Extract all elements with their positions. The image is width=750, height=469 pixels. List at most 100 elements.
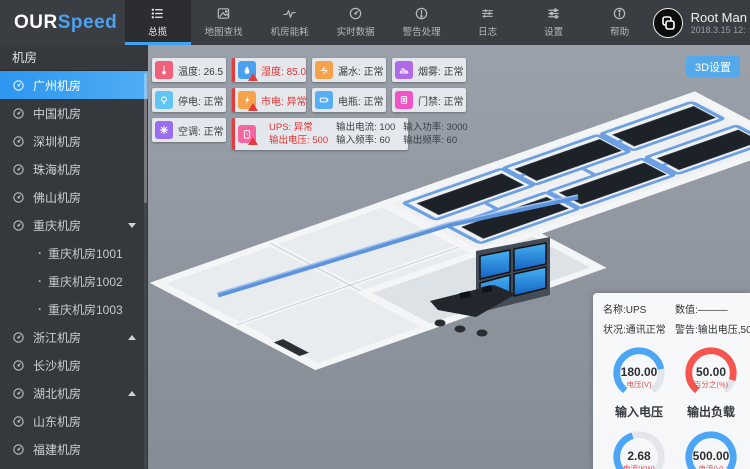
badge-humidity[interactable]: 湿度: 85.0 (232, 58, 306, 82)
sidebar-item-label: 珠海机房 (33, 161, 81, 178)
help-icon (612, 6, 627, 21)
user-menu[interactable]: Root Man 2018.3.15 12: (653, 0, 750, 45)
room-gauge-icon (12, 163, 25, 176)
3d-settings-button[interactable]: 3D设置 (686, 56, 740, 77)
tab-label: 总揽 (148, 24, 167, 38)
sidebar-subitem-chongqing-1003[interactable]: 重庆机房1003 (0, 295, 148, 323)
user-name: Root Man (691, 10, 747, 25)
sidebar-scrollbar-thumb[interactable] (144, 73, 147, 203)
sidebar-item-zhuhai[interactable]: 珠海机房 (0, 155, 148, 183)
sidebar-scrollbar[interactable] (144, 73, 147, 469)
sidebar-item-label: 湖北机房 (33, 385, 81, 402)
gauge-value: 500.00 (682, 449, 740, 463)
sidebar-item-guangzhou[interactable]: 广州机房 (0, 71, 148, 99)
sidebar-subitem-label: 重庆机房1003 (48, 301, 123, 318)
device-status: 状况:通讯正常 (603, 321, 675, 336)
badge-text: 门禁: 正常 (418, 93, 464, 108)
avatar-logo-icon (659, 14, 677, 32)
badge-text: 市电: 异常 (261, 93, 307, 108)
badge-ups[interactable]: UPS: 异常 输出电压: 500 输出电流: 100 输入频率: 60 输入功… (232, 118, 408, 150)
gauge-label: 输出负载 (675, 403, 747, 420)
device-info-panel: 名称:UPS 数值:——— 状况:通讯正常 警告:输出电压,500.00,200 (593, 293, 750, 469)
sidebar-item-label: 福建机房 (33, 441, 81, 458)
thermometer-icon (155, 61, 173, 79)
tab-label: 警告处理 (403, 24, 441, 38)
device-name: 名称:UPS (603, 301, 675, 316)
brand-primary: OUR (14, 12, 58, 34)
caret-up-icon[interactable] (128, 391, 136, 396)
sidebar-subitem-chongqing-1001[interactable]: 重庆机房1001 (0, 239, 148, 267)
tab-help[interactable]: 帮助 (587, 0, 653, 45)
caret-up-icon[interactable] (128, 335, 136, 340)
sidebar-item-label: 佛山机房 (33, 189, 81, 206)
sidebar-title: 机房 (0, 45, 148, 71)
sidebar-item-chongqing[interactable]: 重庆机房 (0, 211, 148, 239)
droplet-icon (238, 61, 256, 79)
brand-logo: OURSpeed (0, 0, 125, 45)
room-gauge-icon (12, 79, 25, 92)
sidebar-item-shenzhen[interactable]: 深圳机房 (0, 127, 148, 155)
badge-access-control[interactable]: 门禁: 正常 (392, 88, 466, 112)
tab-map-search[interactable]: 地图查找 (191, 0, 257, 45)
tab-logs[interactable]: 日志 (455, 0, 521, 45)
badge-text: 停电: 正常 (178, 93, 224, 108)
list-icon (150, 6, 165, 21)
status-badges: 温度: 26.5 湿度: 85.0 漏水: 正常 (152, 58, 466, 150)
tab-overview[interactable]: 总揽 (125, 0, 191, 45)
room-gauge-icon (12, 359, 25, 372)
gauge-unit: 电流(KW) (610, 463, 668, 469)
badge-text: 漏水: 正常 (338, 63, 384, 78)
gauge-unit: 百分之(%) (682, 379, 740, 390)
caret-down-icon[interactable] (128, 223, 136, 228)
sidebar-item-shandong[interactable]: 山东机房 (0, 407, 148, 435)
faucet-icon (315, 61, 333, 79)
badge-text: 湿度: 85.0 (261, 63, 306, 78)
gauge-value: 180.00 (610, 365, 668, 379)
gauge-grid: 180.00 电压(V) 输入电压 50.00 (603, 344, 750, 469)
room-gauge-icon (12, 191, 25, 204)
ups-alarm-column: UPS: 异常 输出电压: 500 (269, 121, 328, 147)
ups-readings-column-1: 输出电流: 100 输入频率: 60 (336, 121, 395, 147)
room-gauge-icon (12, 415, 25, 428)
device-warning: 警告:输出电压,500.00,200 (675, 321, 750, 336)
tab-realtime[interactable]: 实时数据 (323, 0, 389, 45)
tab-energy[interactable]: 机房能耗 (257, 0, 323, 45)
badge-mains-power[interactable]: 市电: 异常 (232, 88, 306, 112)
tab-settings[interactable]: 设置 (521, 0, 587, 45)
sidebar-subitem-chongqing-1002[interactable]: 重庆机房1002 (0, 267, 148, 295)
tab-label: 机房能耗 (271, 24, 309, 38)
sidebar-item-hubei[interactable]: 湖北机房 (0, 379, 148, 407)
gauge-icon (348, 6, 363, 21)
gauge-input-voltage: 180.00 电压(V) 输入电压 (603, 344, 675, 420)
room-gauge-icon (12, 219, 25, 232)
sidebar-item-label: 重庆机房 (33, 217, 81, 234)
ups-readings-column-2: 输入功率: 3000 输出频率: 60 (403, 121, 467, 147)
badge-row: 空调: 正常 UPS: 异常 输出电压: 500 输出电流: 100 输入频率:… (152, 118, 466, 150)
main-nav: 总揽 地图查找 机房能耗 实时数据 警告处理 日志 (125, 0, 653, 45)
sidebar-item-zhongguo[interactable]: 中国机房 (0, 99, 148, 127)
sidebar-subitem-label: 重庆机房1001 (48, 245, 123, 262)
sidebar-item-changsha[interactable]: 长沙机房 (0, 351, 148, 379)
badge-row: 温度: 26.5 湿度: 85.0 漏水: 正常 (152, 58, 466, 82)
gauge-output-load: 50.00 百分之(%) 输出负载 (675, 344, 747, 420)
room-gauge-icon (12, 443, 25, 456)
badge-battery[interactable]: 电瓶: 正常 (312, 88, 386, 112)
badge-power-outage[interactable]: 停电: 正常 (152, 88, 226, 112)
sidebar-item-zhejiang[interactable]: 浙江机房 (0, 323, 148, 351)
warning-icon (248, 137, 258, 145)
tab-alerts[interactable]: 警告处理 (389, 0, 455, 45)
badge-air-conditioning[interactable]: 空调: 正常 (152, 118, 226, 142)
badge-temperature[interactable]: 温度: 26.5 (152, 58, 226, 82)
sidebar-item-fujian[interactable]: 福建机房 (0, 435, 148, 463)
badge-water-leak[interactable]: 漏水: 正常 (312, 58, 386, 82)
badge-smoke[interactable]: 烟雾: 正常 (392, 58, 466, 82)
tab-label: 日志 (478, 24, 497, 38)
room-gauge-icon (12, 107, 25, 120)
user-avatar[interactable] (653, 8, 683, 38)
badge-row: 停电: 正常 市电: 异常 电瓶: 正常 (152, 88, 466, 112)
gauge-ring: 50.00 百分之(%) (682, 344, 740, 402)
sidebar-subitem-label: 重庆机房1002 (48, 273, 123, 290)
badge-text: 烟雾: 正常 (418, 63, 464, 78)
sidebar-item-foshan[interactable]: 佛山机房 (0, 183, 148, 211)
tab-label: 地图查找 (205, 24, 243, 38)
